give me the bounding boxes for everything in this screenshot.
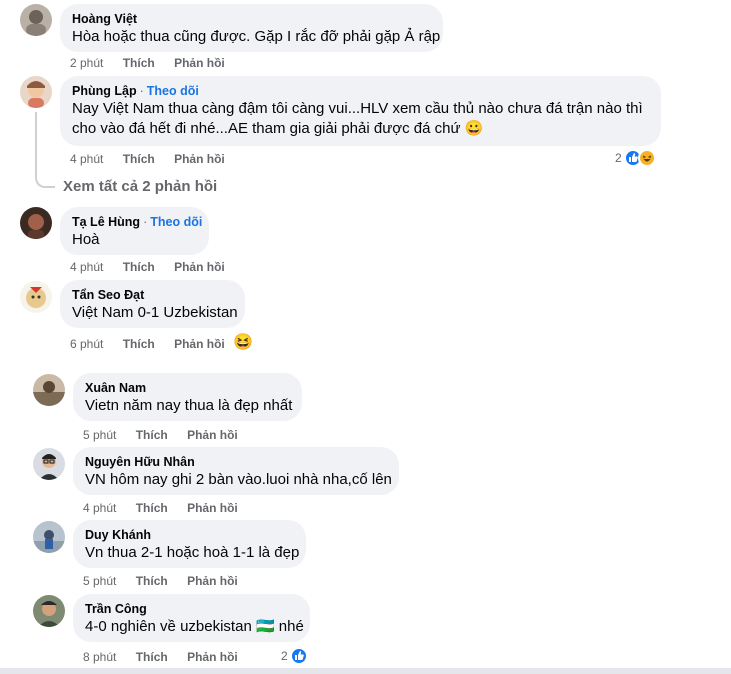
comment-text: Vietn năm nay thua là đẹp nhất	[85, 397, 293, 414]
commenter-name[interactable]: Nguyên Hữu Nhân	[85, 454, 387, 470]
comment-time[interactable]: 8 phút	[83, 650, 116, 664]
avatar[interactable]	[20, 281, 52, 313]
avatar[interactable]	[20, 207, 52, 239]
comment-actions: 2 phút Thích Phản hồi	[70, 56, 241, 70]
reply-button[interactable]: Phản hồi	[174, 260, 225, 274]
commenter-name[interactable]: Hoàng Việt	[72, 11, 431, 27]
follow-button[interactable]: Theo dõi	[147, 84, 199, 98]
comment-text: Hoà	[72, 231, 100, 248]
comment-time[interactable]: 4 phút	[83, 501, 116, 515]
haha-reaction-icon	[637, 149, 656, 167]
reply-button[interactable]: Phản hồi	[187, 574, 238, 588]
like-button[interactable]: Thích	[136, 650, 168, 664]
comment-time[interactable]: 5 phút	[83, 428, 116, 442]
comment-actions: 8 phút Thích Phản hồi	[83, 650, 254, 664]
reaction-summary[interactable]: 2	[281, 647, 308, 665]
reply-button[interactable]: Phản hồi	[174, 56, 225, 70]
comment-bubble: Xuân Nam Vietn năm nay thua là đẹp nhất	[73, 373, 302, 421]
horizontal-scrollbar[interactable]	[0, 668, 731, 674]
follow-button[interactable]: Theo dõi	[150, 215, 202, 229]
like-button[interactable]: Thích	[123, 152, 155, 166]
commenter-name[interactable]: Trần Công	[85, 601, 298, 617]
comment-text: Vn thua 2-1 hoặc hoà 1-1 là đẹp	[85, 544, 300, 561]
comment-text: 4-0 nghiên về uzbekistan 🇺🇿 nhé	[85, 618, 304, 635]
thread-line	[35, 112, 55, 188]
like-button[interactable]: Thích	[136, 574, 168, 588]
comment-bubble: Tạ Lê Hùng · Theo dõi Hoà	[60, 207, 209, 255]
commenter-name[interactable]: Phùng Lập	[72, 84, 137, 98]
comment-time[interactable]: 4 phút	[70, 152, 103, 166]
reply-button[interactable]: Phản hồi	[187, 428, 238, 442]
comment-time[interactable]: 2 phút	[70, 56, 103, 70]
comment-text: Hòa hoặc thua cũng được. Gặp I rắc đỡ ph…	[72, 28, 441, 45]
commenter-name[interactable]: Tạ Lê Hùng	[72, 215, 140, 229]
comment-time[interactable]: 6 phút	[70, 337, 103, 351]
reply-button[interactable]: Phản hồi	[174, 337, 225, 351]
comment-text-line: Nay Việt Nam thua càng đậm tôi càng vui.…	[72, 100, 643, 117]
reply-button[interactable]: Phản hồi	[174, 152, 225, 166]
view-replies-link[interactable]: Xem tất cả 2 phản hồi	[63, 178, 217, 195]
avatar[interactable]	[20, 4, 52, 36]
comment-actions: 5 phút Thích Phản hồi	[83, 574, 254, 588]
comment-actions: 4 phút Thích Phản hồi	[70, 260, 241, 274]
reply-button[interactable]: Phản hồi	[187, 501, 238, 515]
comment-bubble: Hoàng Việt Hòa hoặc thua cũng được. Gặp …	[60, 4, 443, 52]
comment-text-line: cho vào đá hết đi nhé...AE tham gia giải…	[72, 120, 484, 137]
avatar[interactable]	[33, 595, 65, 627]
reaction-count: 2	[615, 151, 622, 165]
comment-bubble: Duy Khánh Vn thua 2-1 hoặc hoà 1-1 là đẹ…	[73, 520, 306, 568]
avatar[interactable]	[33, 448, 65, 480]
separator-dot: ·	[143, 215, 148, 229]
comment-actions: 4 phút Thích Phản hồi	[70, 152, 241, 166]
separator-dot: ·	[139, 84, 144, 98]
avatar[interactable]	[20, 76, 52, 108]
comment-bubble: Trần Công 4-0 nghiên về uzbekistan 🇺🇿 nh…	[73, 594, 310, 642]
comment-actions: 4 phút Thích Phản hồi	[83, 501, 254, 515]
comment-text: VN hôm nay ghi 2 bàn vào.luoi nhà nha,cố…	[85, 471, 392, 488]
comment-bubble: Phùng Lập · Theo dõi Nay Việt Nam thua càn…	[60, 76, 661, 146]
like-reaction-icon	[289, 647, 308, 665]
commenter-name[interactable]: Tẩn Seo Đạt	[72, 287, 233, 303]
comment-bubble: Nguyên Hữu Nhân VN hôm nay ghi 2 bàn vào…	[73, 447, 399, 495]
comment-text: Việt Nam 0-1 Uzbekistan	[72, 304, 238, 321]
avatar[interactable]	[33, 521, 65, 553]
commenter-name[interactable]: Duy Khánh	[85, 527, 294, 543]
comment-bubble: Tẩn Seo Đạt Việt Nam 0-1 Uzbekistan	[60, 280, 245, 328]
haha-reaction-icon[interactable]: 😆	[233, 332, 253, 352]
reply-button[interactable]: Phản hồi	[187, 650, 238, 664]
comment-time[interactable]: 5 phút	[83, 574, 116, 588]
like-button[interactable]: Thích	[136, 428, 168, 442]
like-button[interactable]: Thích	[123, 260, 155, 274]
comment-actions: 6 phút Thích Phản hồi	[70, 337, 241, 351]
reaction-count: 2	[281, 649, 288, 663]
comment-actions: 5 phút Thích Phản hồi	[83, 428, 254, 442]
like-button[interactable]: Thích	[136, 501, 168, 515]
like-button[interactable]: Thích	[123, 56, 155, 70]
commenter-name[interactable]: Xuân Nam	[85, 380, 290, 396]
like-button[interactable]: Thích	[123, 337, 155, 351]
avatar[interactable]	[33, 374, 65, 406]
comment-time[interactable]: 4 phút	[70, 260, 103, 274]
reaction-summary[interactable]: 2	[615, 149, 656, 167]
